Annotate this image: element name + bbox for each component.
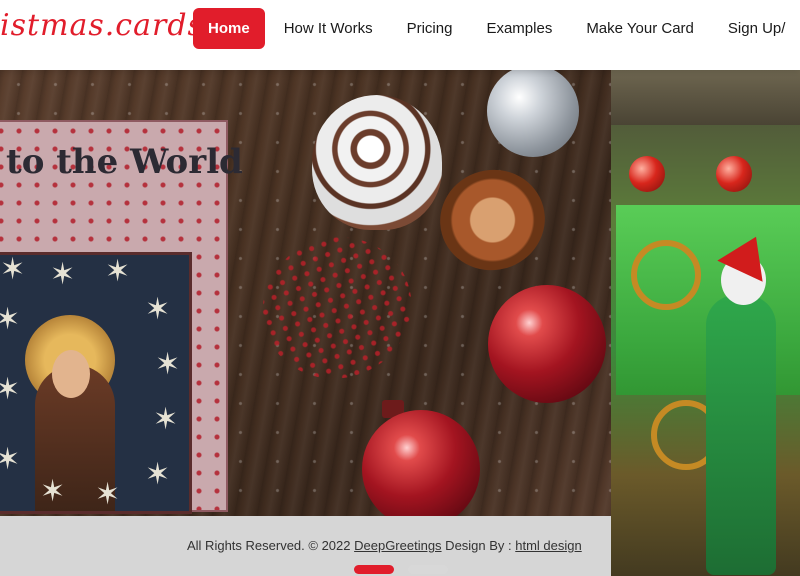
- star-icon: ✶: [153, 402, 179, 437]
- star-icon: ✶: [50, 257, 76, 292]
- design-by-label: Design By :: [441, 538, 516, 553]
- star-icon: ✶: [0, 445, 20, 475]
- red-ornament: [629, 156, 665, 192]
- carousel-indicators: [354, 565, 448, 574]
- star-icon: ✶: [145, 457, 171, 492]
- christmas-card-image: to the World ✶ ✶ ✶ ✶ ✶ ✶ ✶ ✶ ✶ ✶ ✶ ✶: [0, 120, 243, 514]
- elf-figure: [706, 295, 776, 575]
- star-icon: ✶: [155, 347, 181, 382]
- red-ornament: [716, 156, 752, 192]
- star-icon: ✶: [145, 292, 171, 327]
- star-icon: ✶: [105, 254, 131, 289]
- star-icon: ✶: [40, 474, 66, 509]
- next-slide-image: [611, 70, 800, 576]
- hero-slide-image: to the World ✶ ✶ ✶ ✶ ✶ ✶ ✶ ✶ ✶ ✶ ✶ ✶: [0, 70, 611, 516]
- star-icon: ✶: [0, 252, 26, 287]
- site-logo[interactable]: istmas.cards: [0, 8, 204, 43]
- nav-sign-up[interactable]: Sign Up/: [711, 8, 800, 49]
- gear-wheel: [631, 240, 701, 310]
- deepgreetings-link[interactable]: DeepGreetings: [354, 538, 441, 553]
- nav-pricing[interactable]: Pricing: [390, 8, 470, 49]
- red-ornament: [362, 410, 480, 516]
- nav-make-your-card[interactable]: Make Your Card: [569, 8, 711, 49]
- ceiling-beam: [611, 70, 800, 125]
- nav-home[interactable]: Home: [193, 8, 265, 49]
- nav-how-it-works[interactable]: How It Works: [267, 8, 390, 49]
- carousel-dot-2[interactable]: [408, 565, 448, 574]
- carousel-dot-1[interactable]: [354, 565, 394, 574]
- madonna-face: [52, 350, 90, 398]
- nav-examples[interactable]: Examples: [469, 8, 569, 49]
- red-ornament: [488, 285, 606, 403]
- html-design-link[interactable]: html design: [515, 538, 581, 553]
- page: to the World ✶ ✶ ✶ ✶ ✶ ✶ ✶ ✶ ✶ ✶ ✶ ✶: [0, 0, 800, 576]
- site-header: istmas.cards Home How It Works Pricing E…: [0, 0, 800, 70]
- site-footer: All Rights Reserved. © 2022 DeepGreeting…: [0, 516, 611, 576]
- star-icon: ✶: [95, 477, 121, 512]
- card-title: to the World: [6, 142, 243, 182]
- star-icon: ✶: [0, 305, 20, 335]
- star-icon: ✶: [0, 375, 20, 405]
- copyright-prefix: All Rights Reserved. © 2022: [187, 538, 355, 553]
- copyright-text: All Rights Reserved. © 2022 DeepGreeting…: [187, 538, 582, 553]
- pinecone: [312, 95, 442, 230]
- madonna-illustration: ✶ ✶ ✶ ✶ ✶ ✶ ✶ ✶ ✶ ✶ ✶ ✶: [0, 252, 192, 514]
- main-nav: Home How It Works Pricing Examples Make …: [193, 8, 800, 49]
